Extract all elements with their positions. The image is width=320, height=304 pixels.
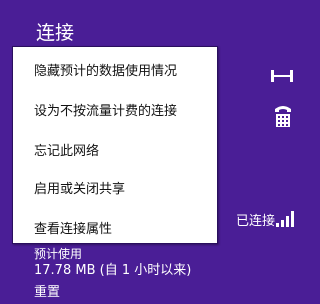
wifi-signal-icon — [276, 211, 294, 227]
reset-button[interactable]: 重置 — [34, 284, 60, 302]
dialup-phone-icon[interactable] — [273, 103, 293, 129]
data-usage-label: 预计使用 — [34, 247, 83, 261]
menu-item-forget-network[interactable]: 忘记此网络 — [13, 133, 217, 171]
data-usage-value: 17.78 MB (自 1 小时以来) — [34, 263, 192, 278]
ethernet-icon[interactable] — [270, 68, 294, 84]
context-menu: 隐藏预计的数据使用情况 设为不按流量计费的连接 忘记此网络 启用或关闭共享 查看… — [12, 46, 218, 244]
menu-item-set-as-metered-connection[interactable]: 设为不按流量计费的连接 — [13, 93, 217, 131]
menu-item-view-connection-properties[interactable]: 查看连接属性 — [13, 211, 217, 249]
connection-status: 已连接 — [236, 214, 276, 229]
menu-item-toggle-sharing[interactable]: 启用或关闭共享 — [13, 171, 217, 209]
menu-item-hide-estimated-data-usage[interactable]: 隐藏预计的数据使用情况 — [13, 53, 217, 91]
panel-title: 连接 — [36, 22, 75, 44]
